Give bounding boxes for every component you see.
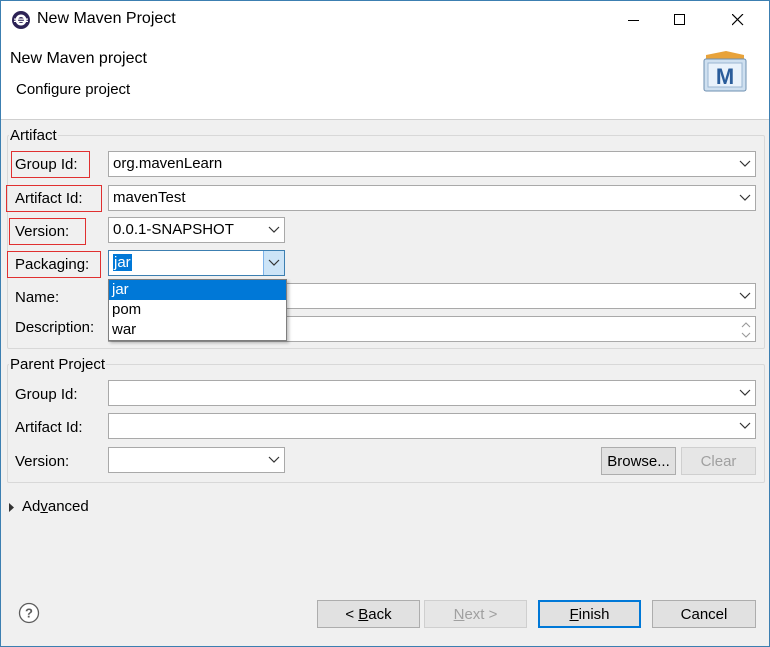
artifact-id-value: mavenTest	[113, 189, 186, 206]
next-button[interactable]: Next >	[424, 600, 527, 628]
wizard-header: New Maven project Configure project M	[1, 38, 769, 120]
packaging-dropdown-button[interactable]	[263, 251, 284, 275]
chevron-down-icon	[739, 389, 751, 396]
close-icon	[732, 13, 744, 25]
svg-text:M: M	[716, 64, 734, 89]
chevron-down-icon	[739, 194, 751, 201]
group-id-value: org.mavenLearn	[113, 155, 223, 172]
group-id-label: Group Id:	[15, 156, 78, 173]
chevron-down-icon	[739, 292, 751, 299]
packaging-option-pom[interactable]: pom	[109, 300, 286, 320]
group-id-combo[interactable]: org.mavenLearn	[108, 151, 756, 177]
parent-project-legend: Parent Project	[9, 356, 107, 373]
packaging-option-war[interactable]: war	[109, 320, 286, 340]
svg-text:?: ?	[25, 606, 33, 621]
caret-right-icon	[9, 503, 14, 512]
spinner-arrows-icon[interactable]	[741, 320, 751, 340]
parent-artifact-id-label: Artifact Id:	[15, 419, 83, 436]
finish-button[interactable]: Finish	[538, 600, 641, 628]
maven-m-icon: M	[703, 51, 747, 92]
packaging-value: jar	[113, 254, 132, 271]
chevron-down-icon	[268, 456, 280, 463]
packaging-options-list: jar pom war	[108, 279, 287, 341]
version-label: Version:	[15, 223, 70, 240]
artifact-id-combo[interactable]: mavenTest	[108, 185, 756, 211]
name-label: Name:	[15, 289, 60, 306]
minimize-button[interactable]	[611, 1, 657, 38]
parent-version-combo[interactable]	[108, 447, 285, 473]
maximize-icon	[674, 13, 685, 25]
parent-group-id-combo[interactable]	[108, 380, 756, 406]
parent-version-label: Version:	[15, 453, 70, 470]
cancel-button[interactable]: Cancel	[652, 600, 756, 628]
parent-group-id-label: Group Id:	[15, 386, 78, 403]
back-button[interactable]: < Back	[317, 600, 420, 628]
packaging-option-jar[interactable]: jar	[109, 280, 286, 300]
parent-artifact-id-combo[interactable]	[108, 413, 756, 439]
window-title: New Maven Project	[37, 10, 176, 27]
description-label: Description:	[15, 319, 95, 336]
title-bar: New Maven Project	[1, 1, 769, 38]
clear-button[interactable]: Clear	[681, 447, 756, 475]
artifact-legend: Artifact	[9, 127, 58, 144]
version-value: 0.0.1-SNAPSHOT	[113, 221, 234, 238]
chevron-down-icon	[268, 226, 280, 233]
page-title: New Maven project	[10, 50, 147, 67]
close-button[interactable]	[715, 1, 761, 38]
eclipse-icon	[12, 11, 30, 29]
maximize-button[interactable]	[657, 1, 703, 38]
chevron-down-icon	[739, 160, 751, 167]
chevron-down-icon	[268, 259, 280, 266]
browse-button[interactable]: Browse...	[601, 447, 676, 475]
packaging-label: Packaging:	[15, 256, 90, 273]
help-icon[interactable]: ?	[18, 602, 40, 624]
dialog-window: New Maven Project New Maven project Conf…	[0, 0, 770, 647]
version-combo[interactable]: 0.0.1-SNAPSHOT	[108, 217, 285, 243]
advanced-label: Advanced	[22, 498, 89, 515]
packaging-combo[interactable]: jar	[108, 250, 285, 276]
artifact-id-label: Artifact Id:	[15, 190, 83, 207]
chevron-down-icon	[739, 422, 751, 429]
minimize-icon	[628, 19, 639, 21]
page-subtitle: Configure project	[16, 81, 131, 98]
